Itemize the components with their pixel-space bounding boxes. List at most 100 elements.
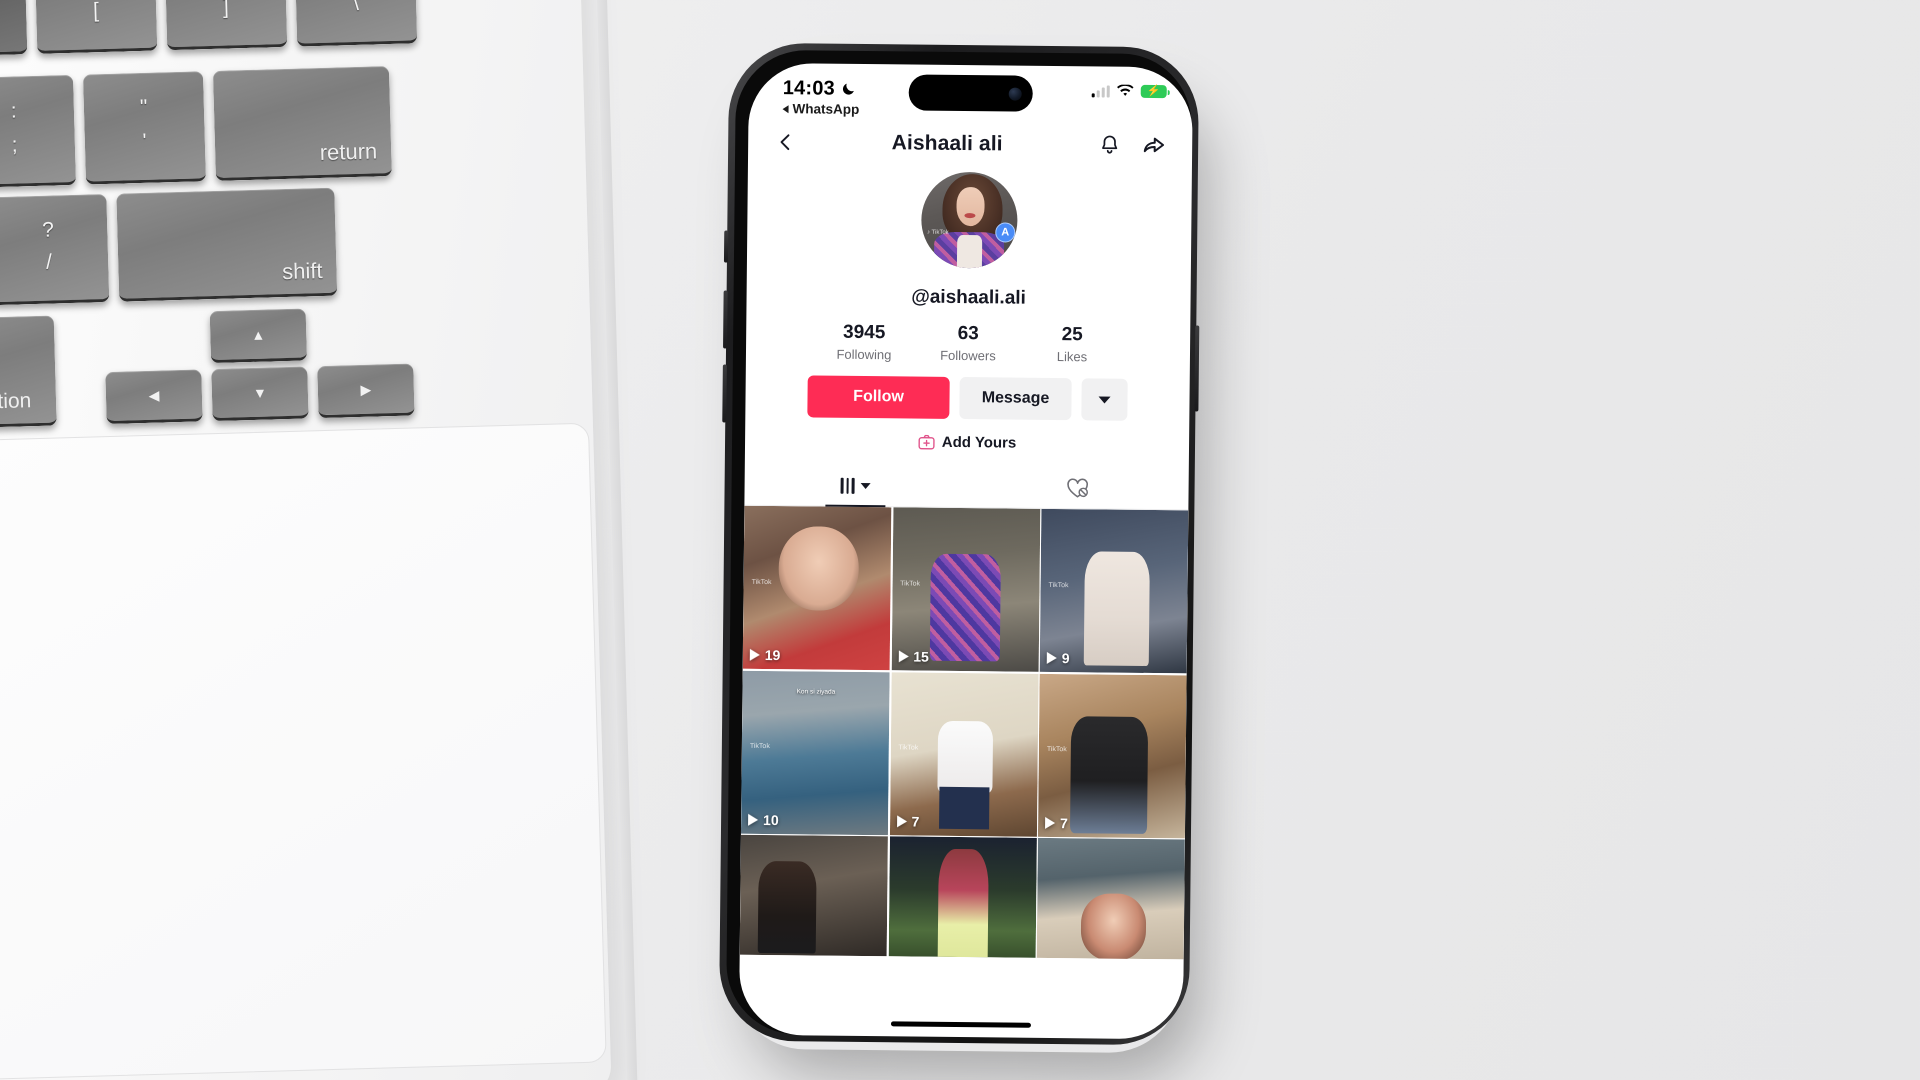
key-bracket-left[interactable]: { [ bbox=[34, 0, 158, 54]
arrow-up-icon: ▲ bbox=[251, 326, 266, 343]
key-arrow-right[interactable]: ▶ bbox=[317, 363, 415, 419]
thumb-2-subject bbox=[929, 553, 1002, 662]
video-thumb-7[interactable] bbox=[739, 834, 888, 957]
video-thumb-4[interactable]: Kon si ziyada TikTok 10 bbox=[740, 670, 890, 835]
tab-liked[interactable] bbox=[966, 467, 1188, 509]
phone-inner-bezel: 14:03 WhatsApp ⚡ Aishaali ali ♪ TikTok A… bbox=[725, 49, 1194, 1040]
volume-up-button[interactable] bbox=[723, 290, 728, 349]
keyboard-row-modifiers: ⌥ option ◀ ▲ ▼ ▶ bbox=[0, 306, 415, 429]
key-slash[interactable]: ? / bbox=[0, 194, 110, 306]
status-time: 14:03 bbox=[782, 77, 836, 100]
back-button[interactable] bbox=[774, 131, 796, 153]
stat-followers[interactable]: 63 Followers bbox=[916, 323, 1020, 364]
thumb-2-views: 15 bbox=[898, 648, 929, 665]
battery-charging-icon: ⚡ bbox=[1140, 84, 1167, 99]
thumb-1-views: 19 bbox=[749, 646, 781, 664]
thumb-3-watermark: TikTok bbox=[1048, 581, 1069, 589]
thumb-4-views: 10 bbox=[748, 811, 779, 828]
phone-frame: 14:03 WhatsApp ⚡ Aishaali ali ♪ TikTok A… bbox=[718, 42, 1200, 1046]
key-semicolon-top: : bbox=[10, 99, 18, 123]
video-thumb-8[interactable] bbox=[888, 836, 1037, 958]
key-return[interactable]: return bbox=[212, 66, 392, 181]
avatar-wrapper[interactable]: ♪ TikTok A bbox=[920, 171, 1018, 269]
status-bar-right: ⚡ bbox=[1091, 84, 1167, 99]
profile-stats: 3945 Following 63 Followers 25 Likes bbox=[746, 321, 1190, 366]
share-arrow-icon bbox=[1143, 137, 1165, 153]
volume-down-button[interactable] bbox=[722, 364, 727, 423]
dynamic-island bbox=[908, 74, 1033, 112]
key-quote-bottom: ' bbox=[142, 129, 148, 153]
heart-slash-icon bbox=[1067, 478, 1088, 498]
back-triangle-icon bbox=[782, 104, 789, 113]
status-bar-left: 14:03 WhatsApp bbox=[782, 77, 859, 117]
cellular-signal-icon bbox=[1091, 85, 1110, 98]
arrow-down-icon: ▼ bbox=[252, 384, 268, 401]
video-thumb-9[interactable] bbox=[1036, 837, 1185, 960]
key-quote[interactable]: " ' bbox=[82, 71, 206, 185]
share-button[interactable] bbox=[1141, 133, 1166, 158]
bell-icon bbox=[1102, 135, 1118, 154]
avatar-face bbox=[955, 187, 986, 227]
thumb-2-watermark: TikTok bbox=[900, 580, 921, 588]
more-options-button[interactable] bbox=[1081, 378, 1128, 421]
nav-actions bbox=[1098, 132, 1166, 158]
grid-bars-icon bbox=[840, 477, 855, 494]
stat-following[interactable]: 3945 Following bbox=[812, 321, 916, 363]
arrow-right-icon: ▶ bbox=[360, 380, 372, 397]
message-button[interactable]: Message bbox=[959, 376, 1072, 421]
status-bar: 14:03 WhatsApp ⚡ bbox=[748, 63, 1193, 130]
thumb-1-view-count: 19 bbox=[764, 646, 781, 664]
key-arrow-down[interactable]: ▼ bbox=[211, 366, 309, 422]
key-quote-top: " bbox=[139, 95, 149, 120]
thumb-3-view-count: 9 bbox=[1061, 650, 1070, 667]
notification-button[interactable] bbox=[1098, 133, 1121, 156]
thumb-5-watermark: TikTok bbox=[898, 744, 919, 752]
follow-button[interactable]: Follow bbox=[807, 375, 950, 419]
home-indicator[interactable] bbox=[890, 1021, 1031, 1028]
key-return-label: return bbox=[319, 138, 378, 166]
key-semicolon[interactable]: : ; bbox=[0, 74, 77, 189]
key-option[interactable]: ⌥ option bbox=[0, 315, 57, 429]
laptop-trackpad[interactable] bbox=[0, 422, 607, 1080]
thumb-6-views: 7 bbox=[1045, 814, 1068, 831]
video-thumb-6[interactable]: TikTok 7 bbox=[1037, 673, 1187, 838]
video-thumb-2[interactable]: TikTok 15 bbox=[891, 507, 1040, 672]
stat-following-value: 3945 bbox=[842, 321, 886, 344]
chevron-down-icon bbox=[860, 482, 871, 490]
key-p[interactable]: P bbox=[0, 0, 28, 58]
profile-tabs bbox=[744, 464, 1189, 511]
power-button[interactable] bbox=[1194, 325, 1200, 412]
back-to-app-link[interactable]: WhatsApp bbox=[782, 101, 859, 117]
thumb-3-views: 9 bbox=[1046, 650, 1070, 667]
add-yours-label: Add Yours bbox=[941, 433, 1017, 452]
play-icon bbox=[896, 814, 907, 827]
stat-likes[interactable]: 25 Likes bbox=[1020, 324, 1124, 365]
key-arrow-left[interactable]: ◀ bbox=[105, 369, 203, 425]
video-thumb-5[interactable]: TikTok 7 bbox=[889, 671, 1039, 837]
chevron-down-icon bbox=[1098, 395, 1111, 404]
key-bracket-right[interactable]: } ] bbox=[164, 0, 288, 51]
laptop-keyboard: P { [ } ] | \ : ; " ' return O bbox=[0, 0, 638, 1080]
key-option-label: option bbox=[0, 389, 32, 414]
video-thumb-1[interactable]: TikTok 19 bbox=[742, 505, 892, 671]
profile-handle: @aishaali.ali bbox=[911, 286, 1027, 309]
thumb-4-caption: Kon si ziyada bbox=[796, 688, 836, 696]
avatar-badge: A bbox=[995, 222, 1016, 243]
profile-avatar[interactable]: ♪ TikTok bbox=[920, 171, 1018, 269]
key-slash-top: ? bbox=[41, 218, 55, 242]
profile-section: ♪ TikTok A @aishaali.ali 3945 Following … bbox=[745, 166, 1192, 454]
key-arrow-up[interactable]: ▲ bbox=[209, 308, 308, 364]
key-shift[interactable]: shift bbox=[116, 187, 338, 302]
key-backslash[interactable]: | \ bbox=[294, 0, 418, 47]
thumb-5-subject bbox=[936, 721, 994, 794]
profile-action-buttons: Follow Message bbox=[745, 375, 1189, 422]
video-thumb-3[interactable]: TikTok 9 bbox=[1039, 508, 1189, 674]
add-yours-button[interactable]: Add Yours bbox=[745, 432, 1189, 454]
tab-videos[interactable] bbox=[744, 465, 966, 507]
silent-switch[interactable] bbox=[723, 230, 729, 263]
play-icon bbox=[898, 650, 909, 663]
add-yours-camera-icon bbox=[918, 434, 935, 450]
thumb-6-view-count: 7 bbox=[1060, 814, 1068, 831]
video-grid: TikTok 19 TikTok 15 TikTok 9 Kon si ziya… bbox=[739, 505, 1189, 960]
option-symbol-icon: ⌥ bbox=[0, 331, 1, 361]
